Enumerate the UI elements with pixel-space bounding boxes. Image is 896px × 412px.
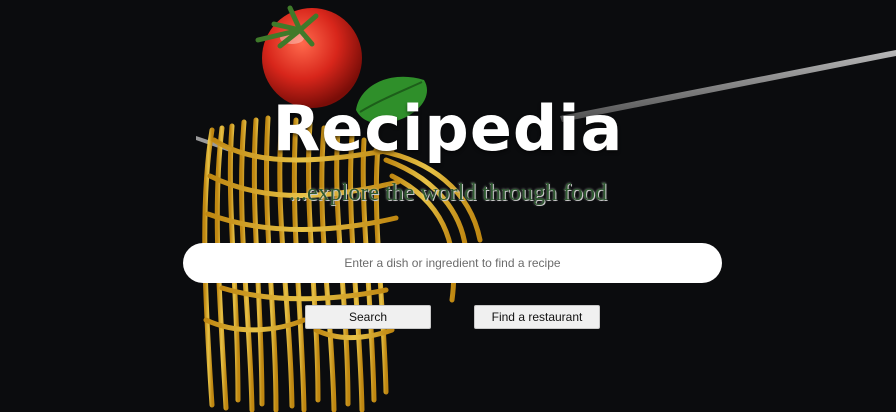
tagline: ...explore the world through food <box>289 180 607 206</box>
find-restaurant-button[interactable]: Find a restaurant <box>474 305 600 329</box>
search-button[interactable]: Search <box>305 305 431 329</box>
page-title: Recipedia <box>272 92 624 165</box>
search-input[interactable] <box>183 243 722 283</box>
